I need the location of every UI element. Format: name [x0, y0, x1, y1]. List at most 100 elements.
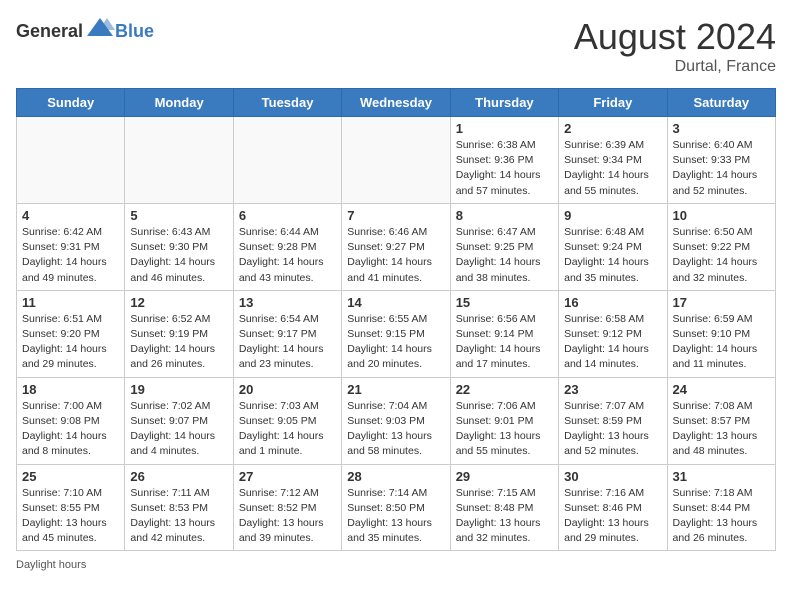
day-info: Sunrise: 6:43 AM Sunset: 9:30 PM Dayligh… [130, 225, 227, 286]
day-number: 29 [456, 469, 553, 484]
day-number: 27 [239, 469, 336, 484]
day-number: 8 [456, 208, 553, 223]
title-block: August 2024 Durtal, France [574, 16, 776, 76]
calendar-day-cell: 28Sunrise: 7:14 AM Sunset: 8:50 PM Dayli… [342, 464, 450, 551]
calendar-day-header: Friday [559, 89, 667, 117]
calendar-day-cell: 23 Sunrise: 7:07 AM Sunset: 8:59 PM Dayli… [559, 377, 667, 464]
day-info: Sunrise: 7:14 AM Sunset: 8:50 PM Dayligh… [347, 486, 444, 547]
day-number: 7 [347, 208, 444, 223]
day-number: 2 [564, 121, 661, 136]
calendar-day-cell: 4 Sunrise: 6:42 AM Sunset: 9:31 PM Daylig… [17, 203, 125, 290]
calendar-week-row: 1 Sunrise: 6:38 AM Sunset: 9:36 PM Daylig… [17, 117, 776, 204]
calendar-day-header: Monday [125, 89, 233, 117]
calendar-day-cell [125, 117, 233, 204]
calendar-day-cell: 26 Sunrise: 7:11 AM Sunset: 8:53 PM Dayli… [125, 464, 233, 551]
day-number: 22 [456, 382, 553, 397]
day-info: Sunrise: 6:38 AM Sunset: 9:36 PM Dayligh… [456, 138, 553, 199]
calendar-day-cell: 13Sunrise: 6:54 AM Sunset: 9:17 PM Dayli… [233, 290, 341, 377]
day-info: Sunrise: 6:59 AM Sunset: 9:10 PM Dayligh… [673, 312, 770, 373]
calendar-day-header: Sunday [17, 89, 125, 117]
calendar-day-cell: 29Sunrise: 7:15 AM Sunset: 8:48 PM Dayli… [450, 464, 558, 551]
day-number: 20 [239, 382, 336, 397]
calendar-day-cell: 3Sunrise: 6:40 AM Sunset: 9:33 PM Daylig… [667, 117, 775, 204]
calendar-day-cell: 8 Sunrise: 6:47 AM Sunset: 9:25 PM Daylig… [450, 203, 558, 290]
day-number: 15 [456, 295, 553, 310]
calendar-day-cell: 24 Sunrise: 7:08 AM Sunset: 8:57 PM Dayli… [667, 377, 775, 464]
day-number: 3 [673, 121, 770, 136]
day-number: 16 [564, 295, 661, 310]
day-info: Sunrise: 7:07 AM Sunset: 8:59 PM Dayligh… [564, 399, 661, 460]
calendar-day-header: Wednesday [342, 89, 450, 117]
day-number: 19 [130, 382, 227, 397]
calendar-day-cell [342, 117, 450, 204]
calendar-day-cell: 22 Sunrise: 7:06 AM Sunset: 9:01 PM Dayli… [450, 377, 558, 464]
day-info: Sunrise: 6:55 AM Sunset: 9:15 PM Dayligh… [347, 312, 444, 373]
calendar-week-row: 11Sunrise: 6:51 AM Sunset: 9:20 PM Dayli… [17, 290, 776, 377]
day-number: 23 [564, 382, 661, 397]
day-info: Sunrise: 7:04 AM Sunset: 9:03 PM Dayligh… [347, 399, 444, 460]
day-number: 26 [130, 469, 227, 484]
calendar-day-header: Thursday [450, 89, 558, 117]
calendar-week-row: 18Sunrise: 7:00 AM Sunset: 9:08 PM Dayli… [17, 377, 776, 464]
calendar-day-cell: 9 Sunrise: 6:48 AM Sunset: 9:24 PM Daylig… [559, 203, 667, 290]
day-info: Sunrise: 6:47 AM Sunset: 9:25 PM Dayligh… [456, 225, 553, 286]
calendar-day-cell [17, 117, 125, 204]
day-info: Sunrise: 7:00 AM Sunset: 9:08 PM Dayligh… [22, 399, 119, 460]
day-number: 31 [673, 469, 770, 484]
calendar-day-cell: 20 Sunrise: 7:03 AM Sunset: 9:05 PM Dayli… [233, 377, 341, 464]
day-info: Sunrise: 6:44 AM Sunset: 9:28 PM Dayligh… [239, 225, 336, 286]
day-info: Sunrise: 6:50 AM Sunset: 9:22 PM Dayligh… [673, 225, 770, 286]
day-number: 25 [22, 469, 119, 484]
calendar-day-cell: 14Sunrise: 6:55 AM Sunset: 9:15 PM Dayli… [342, 290, 450, 377]
logo-text-general: General [16, 21, 83, 42]
calendar-week-row: 4 Sunrise: 6:42 AM Sunset: 9:31 PM Daylig… [17, 203, 776, 290]
day-number: 9 [564, 208, 661, 223]
day-info: Sunrise: 6:58 AM Sunset: 9:12 PM Dayligh… [564, 312, 661, 373]
day-info: Sunrise: 7:12 AM Sunset: 8:52 PM Dayligh… [239, 486, 336, 547]
calendar-day-cell: 11Sunrise: 6:51 AM Sunset: 9:20 PM Dayli… [17, 290, 125, 377]
calendar-day-cell: 10 Sunrise: 6:50 AM Sunset: 9:22 PM Dayli… [667, 203, 775, 290]
calendar-day-header: Tuesday [233, 89, 341, 117]
logo-text-blue: Blue [115, 21, 154, 42]
day-info: Sunrise: 7:06 AM Sunset: 9:01 PM Dayligh… [456, 399, 553, 460]
calendar-day-cell: 25 Sunrise: 7:10 AM Sunset: 8:55 PM Dayli… [17, 464, 125, 551]
calendar-day-cell: 30Sunrise: 7:16 AM Sunset: 8:46 PM Dayli… [559, 464, 667, 551]
calendar-header-row: SundayMondayTuesdayWednesdayThursdayFrid… [17, 89, 776, 117]
day-info: Sunrise: 7:03 AM Sunset: 9:05 PM Dayligh… [239, 399, 336, 460]
location-subtitle: Durtal, France [574, 58, 776, 76]
day-number: 11 [22, 295, 119, 310]
day-number: 10 [673, 208, 770, 223]
calendar-day-cell: 7Sunrise: 6:46 AM Sunset: 9:27 PM Daylig… [342, 203, 450, 290]
footer-note: Daylight hours [16, 559, 776, 571]
day-info: Sunrise: 6:42 AM Sunset: 9:31 PM Dayligh… [22, 225, 119, 286]
day-info: Sunrise: 6:52 AM Sunset: 9:19 PM Dayligh… [130, 312, 227, 373]
day-info: Sunrise: 7:10 AM Sunset: 8:55 PM Dayligh… [22, 486, 119, 547]
calendar-day-cell: 18Sunrise: 7:00 AM Sunset: 9:08 PM Dayli… [17, 377, 125, 464]
calendar-day-cell: 27 Sunrise: 7:12 AM Sunset: 8:52 PM Dayli… [233, 464, 341, 551]
calendar-day-cell: 31Sunrise: 7:18 AM Sunset: 8:44 PM Dayli… [667, 464, 775, 551]
day-number: 21 [347, 382, 444, 397]
calendar-day-cell: 2Sunrise: 6:39 AM Sunset: 9:34 PM Daylig… [559, 117, 667, 204]
day-info: Sunrise: 7:02 AM Sunset: 9:07 PM Dayligh… [130, 399, 227, 460]
page-header: General Blue August 2024 Durtal, France [16, 16, 776, 76]
day-info: Sunrise: 6:48 AM Sunset: 9:24 PM Dayligh… [564, 225, 661, 286]
day-number: 4 [22, 208, 119, 223]
calendar-day-cell: 21 Sunrise: 7:04 AM Sunset: 9:03 PM Dayli… [342, 377, 450, 464]
day-number: 30 [564, 469, 661, 484]
calendar-day-cell: 5Sunrise: 6:43 AM Sunset: 9:30 PM Daylig… [125, 203, 233, 290]
calendar-day-cell: 19 Sunrise: 7:02 AM Sunset: 9:07 PM Dayli… [125, 377, 233, 464]
calendar-day-cell: 16 Sunrise: 6:58 AM Sunset: 9:12 PM Dayli… [559, 290, 667, 377]
day-number: 6 [239, 208, 336, 223]
logo-icon [85, 16, 115, 46]
calendar-day-cell: 6 Sunrise: 6:44 AM Sunset: 9:28 PM Daylig… [233, 203, 341, 290]
day-number: 24 [673, 382, 770, 397]
day-info: Sunrise: 7:08 AM Sunset: 8:57 PM Dayligh… [673, 399, 770, 460]
day-info: Sunrise: 7:11 AM Sunset: 8:53 PM Dayligh… [130, 486, 227, 547]
calendar-day-cell: 12Sunrise: 6:52 AM Sunset: 9:19 PM Dayli… [125, 290, 233, 377]
month-year-title: August 2024 [574, 16, 776, 58]
day-number: 1 [456, 121, 553, 136]
logo: General Blue [16, 16, 154, 46]
calendar-day-header: Saturday [667, 89, 775, 117]
day-info: Sunrise: 6:56 AM Sunset: 9:14 PM Dayligh… [456, 312, 553, 373]
day-info: Sunrise: 6:54 AM Sunset: 9:17 PM Dayligh… [239, 312, 336, 373]
